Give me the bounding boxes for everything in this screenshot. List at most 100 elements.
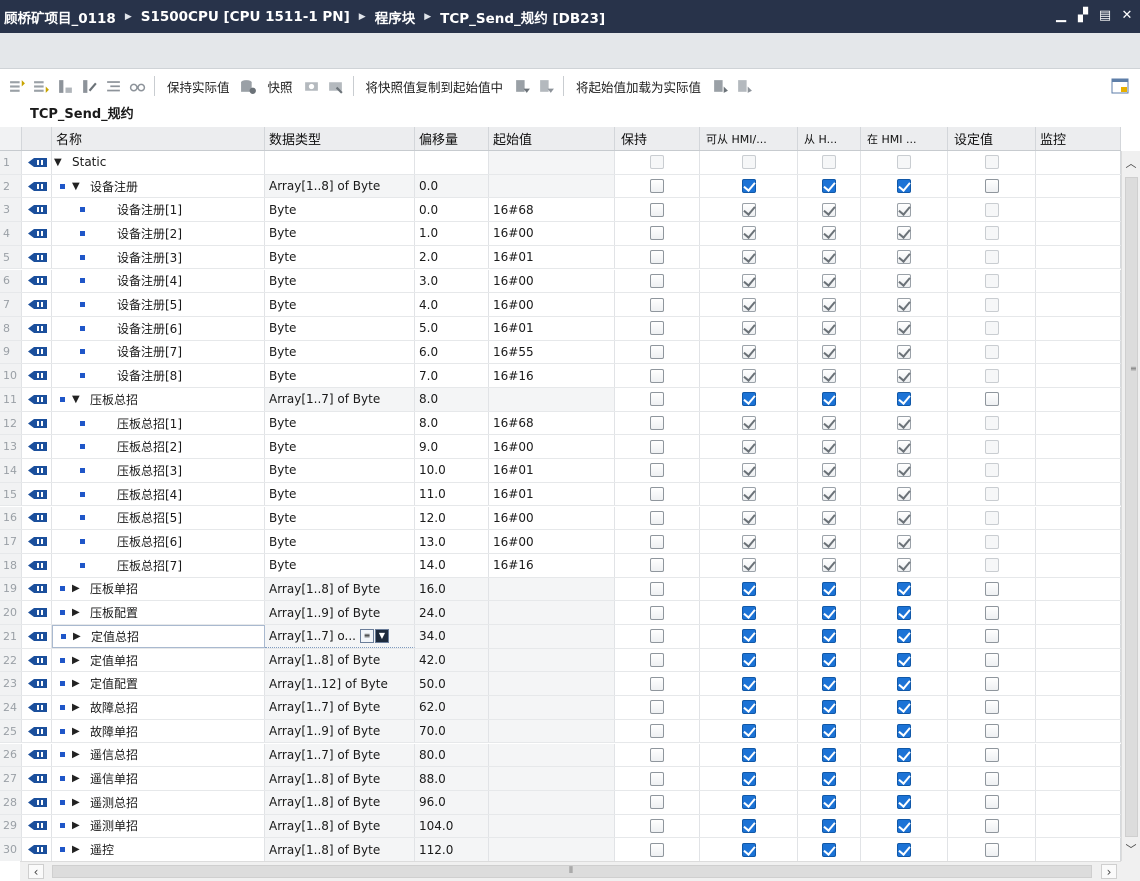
hmi-visible-cell[interactable] [861, 269, 948, 293]
setpoint-cell[interactable] [948, 601, 1036, 624]
hmi-access-cell[interactable] [700, 767, 798, 790]
data-type-cell[interactable]: Array[1..7] of Byte [265, 388, 415, 411]
hmi-write-cell[interactable] [798, 506, 861, 530]
close-icon[interactable]: ✕ [1120, 7, 1134, 23]
checkbox-icon[interactable] [741, 321, 756, 336]
checkbox-icon[interactable] [650, 724, 664, 739]
hmi-visible-cell[interactable] [861, 625, 948, 648]
checkbox-icon[interactable] [984, 724, 999, 739]
checkbox-icon[interactable] [897, 463, 911, 478]
copy-snapshot-button[interactable]: 将快照值复制到起始值中 [360, 77, 510, 96]
minimize-icon[interactable]: ▁ [1054, 7, 1068, 23]
checkbox-icon[interactable] [984, 392, 999, 407]
expand-arrow-icon[interactable]: ▶ [72, 678, 84, 689]
hmi-write-cell[interactable] [798, 577, 861, 601]
checkbox-icon[interactable] [897, 653, 911, 668]
hmi-visible-cell[interactable] [861, 577, 948, 601]
hmi-visible-cell[interactable] [861, 388, 948, 411]
hmi-write-cell[interactable] [798, 245, 861, 269]
vertical-scrollbar[interactable]: ︿ ≡ ﹀ [1121, 151, 1140, 861]
checkbox-icon[interactable] [897, 510, 911, 525]
checkbox-icon[interactable] [650, 321, 664, 336]
setpoint-cell[interactable] [948, 767, 1036, 790]
start-value-cell[interactable]: 16#00 [489, 506, 615, 530]
checkbox-icon[interactable] [984, 629, 999, 644]
hmi-access-cell[interactable] [700, 245, 798, 269]
tag-name-cell[interactable]: ▶ 故障单招 [52, 719, 265, 743]
checkbox-icon[interactable] [897, 416, 911, 431]
checkbox-icon[interactable] [822, 155, 836, 170]
data-type-cell[interactable]: Byte [265, 411, 415, 435]
checkbox-icon[interactable] [897, 842, 911, 857]
hmi-write-cell[interactable] [798, 151, 861, 174]
checkbox-icon[interactable] [897, 250, 911, 265]
checkbox-icon[interactable] [984, 653, 999, 668]
header-type[interactable]: 数据类型 [265, 127, 415, 150]
expand-arrow-icon[interactable]: ▶ [72, 820, 84, 831]
hmi-write-cell[interactable] [798, 198, 861, 222]
data-type-cell[interactable]: Array[1..7] o... ≡ ▼ [265, 625, 415, 648]
start-value-cell[interactable] [489, 790, 615, 814]
retain-cell[interactable] [615, 340, 700, 364]
setpoint-cell[interactable] [948, 459, 1036, 482]
checkbox-icon[interactable] [650, 439, 664, 454]
hmi-access-cell[interactable] [700, 601, 798, 624]
checkbox-icon[interactable] [897, 747, 911, 762]
tag-name-cell[interactable]: ▶ 定值配置 [52, 672, 265, 696]
start-value-cell[interactable] [489, 672, 615, 696]
table-row[interactable]: 25 ▶ 故障单招 Array[1..9] of Byte 70.0 [0, 719, 1121, 744]
checkbox-icon[interactable] [741, 534, 756, 549]
start-value-cell[interactable] [489, 577, 615, 601]
tag-name-cell[interactable]: ▼ 设备注册 [52, 174, 265, 198]
checkbox-icon[interactable] [822, 273, 836, 288]
tag-name-cell[interactable]: ▶ 定值总招 [52, 625, 265, 648]
hmi-access-cell[interactable] [700, 625, 798, 648]
checkbox-icon[interactable] [650, 581, 664, 596]
hmi-visible-cell[interactable] [861, 601, 948, 624]
checkbox-icon[interactable] [650, 629, 664, 644]
hmi-write-cell[interactable] [798, 625, 861, 648]
crumb-block[interactable]: TCP_Send_规约 [DB23] [440, 7, 605, 27]
checkbox-icon[interactable] [822, 297, 836, 312]
table-row[interactable]: 13 压板总招[2] Byte 9.0 16#00 [0, 435, 1121, 460]
setpoint-cell[interactable] [948, 364, 1036, 387]
checkbox-icon[interactable] [741, 842, 756, 857]
checkbox-icon[interactable] [822, 250, 836, 265]
hmi-access-cell[interactable] [700, 340, 798, 364]
hmi-visible-cell[interactable] [861, 435, 948, 459]
setpoint-cell[interactable] [948, 648, 1036, 672]
checkbox-icon[interactable] [822, 700, 836, 715]
expand-arrow-icon[interactable]: ▶ [72, 773, 84, 784]
tag-name-cell[interactable]: 设备注册[5] [52, 293, 265, 316]
hmi-visible-cell[interactable] [861, 553, 948, 577]
checkbox-icon[interactable] [650, 273, 664, 288]
hmi-visible-cell[interactable] [861, 648, 948, 672]
checkbox-icon[interactable] [897, 179, 911, 194]
hmi-visible-cell[interactable] [861, 506, 948, 530]
checkbox-icon[interactable] [741, 676, 756, 691]
hmi-visible-cell[interactable] [861, 364, 948, 387]
checkbox-icon[interactable] [822, 842, 836, 857]
checkbox-icon[interactable] [741, 558, 756, 573]
keep-actual-icon[interactable] [238, 75, 260, 97]
header-hmi-access[interactable]: 可从 HMI/... [700, 127, 798, 150]
hmi-write-cell[interactable] [798, 411, 861, 435]
checkbox-icon[interactable] [650, 534, 664, 549]
hmi-visible-cell[interactable] [861, 174, 948, 198]
hmi-visible-cell[interactable] [861, 245, 948, 269]
retain-cell[interactable] [615, 316, 700, 340]
checkbox-icon[interactable] [741, 273, 756, 288]
tag-name-cell[interactable]: 压板总招[2] [52, 435, 265, 459]
checkbox-icon[interactable] [650, 818, 664, 833]
table-row[interactable]: 19 ▶ 压板单招 Array[1..8] of Byte 16.0 [0, 577, 1121, 602]
vertical-scroll-thumb[interactable]: ≡ [1125, 177, 1138, 837]
setpoint-cell[interactable] [948, 719, 1036, 743]
checkbox-icon[interactable] [984, 226, 999, 241]
retain-cell[interactable] [615, 530, 700, 553]
data-type-cell[interactable]: Array[1..7] of Byte [265, 743, 415, 767]
hmi-visible-cell[interactable] [861, 222, 948, 245]
checkbox-icon[interactable] [897, 700, 911, 715]
checkbox-icon[interactable] [984, 771, 999, 786]
retain-cell[interactable] [615, 719, 700, 743]
data-type-cell[interactable]: Array[1..7] of Byte [265, 696, 415, 719]
